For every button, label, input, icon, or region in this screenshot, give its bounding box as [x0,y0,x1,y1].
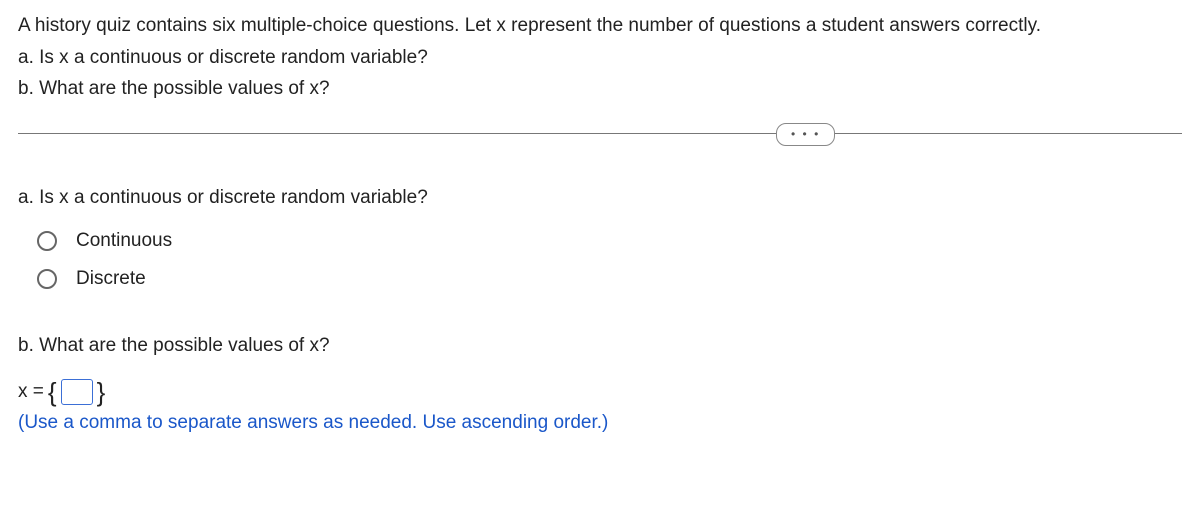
part-a-prompt: a. Is x a continuous or discrete random … [18,184,1182,212]
question-intro: A history quiz contains six multiple-cho… [18,12,1182,103]
answer-row: x = { } [18,378,1182,406]
part-a: a. Is x a continuous or discrete random … [18,184,1182,293]
option-continuous[interactable]: Continuous [36,227,1182,255]
radio-icon[interactable] [36,230,58,252]
section-divider: • • • [18,133,1182,134]
more-options-pill[interactable]: • • • [776,123,835,146]
part-a-options: Continuous Discrete [18,227,1182,292]
option-discrete[interactable]: Discrete [36,265,1182,293]
intro-line-2: a. Is x a continuous or discrete random … [18,44,1182,72]
radio-icon[interactable] [36,268,58,290]
option-label[interactable]: Continuous [76,227,172,255]
answer-prefix: x = [18,378,44,406]
close-brace-icon: } [97,379,106,405]
open-brace-icon: { [48,379,57,405]
intro-line-3: b. What are the possible values of x? [18,75,1182,103]
possible-values-input[interactable] [61,379,93,405]
part-b-prompt: b. What are the possible values of x? [18,332,1182,360]
option-label[interactable]: Discrete [76,265,146,293]
intro-line-1: A history quiz contains six multiple-cho… [18,12,1182,40]
answer-hint: (Use a comma to separate answers as need… [18,409,1182,437]
divider-line [18,133,1182,134]
part-b: b. What are the possible values of x? x … [18,332,1182,437]
